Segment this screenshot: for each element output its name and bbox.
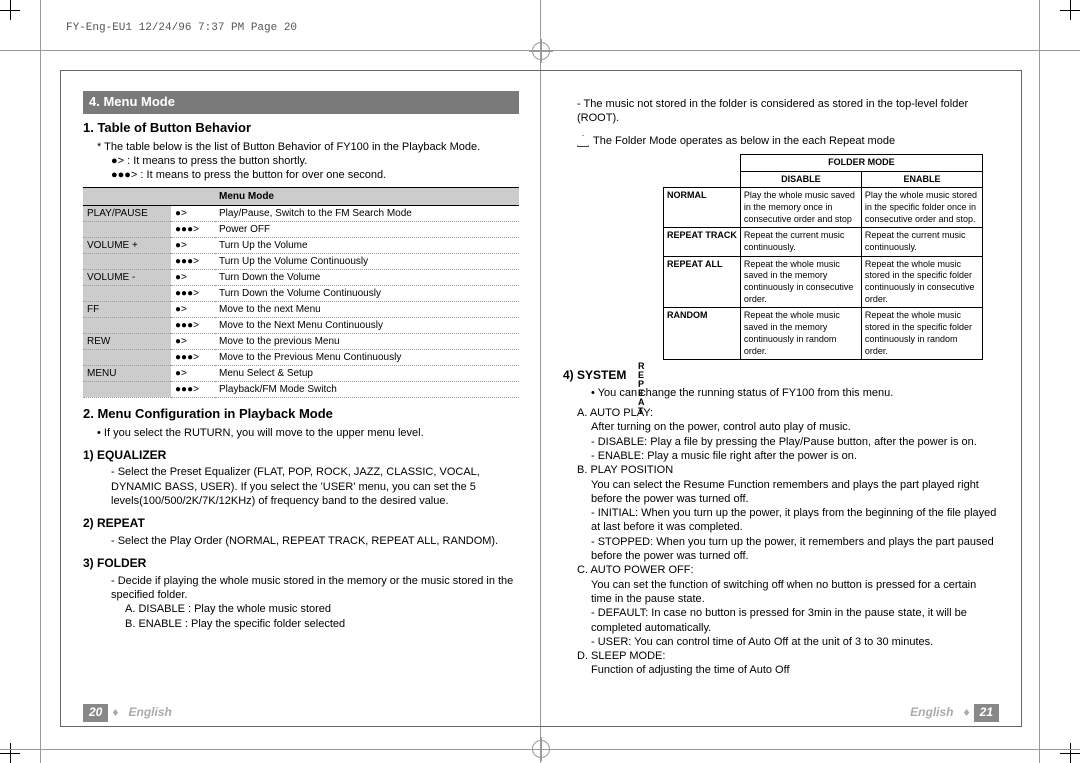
subheading-1: 1. Table of Button Behavior bbox=[83, 120, 519, 137]
row-repeat-track: REPEAT TRACK bbox=[664, 228, 741, 256]
table-row: ●●●>Move to the Previous Menu Continuous… bbox=[83, 349, 519, 365]
table-row: FF●>Move to the next Menu bbox=[83, 301, 519, 317]
playpos-stopped: - STOPPED: When you turn up the power, i… bbox=[591, 535, 999, 564]
note: * The table below is the list of Button … bbox=[97, 140, 519, 154]
autooff-default: - DEFAULT: In case no button is pressed … bbox=[591, 606, 999, 635]
system-heading: 4) SYSTEM bbox=[563, 368, 999, 384]
autoplay-t: After turning on the power, control auto… bbox=[591, 420, 999, 434]
folder-disable: A. DISABLE : Play the whole music stored bbox=[125, 602, 519, 616]
legend-long: ●●●> : It means to press the button for … bbox=[111, 168, 519, 182]
page-left: 4. Menu Mode 1. Table of Button Behavior… bbox=[61, 71, 541, 726]
note: • If you select the RUTURN, you will mov… bbox=[97, 426, 519, 440]
col-enable: ENABLE bbox=[861, 171, 982, 188]
button-behavior-table: Menu Mode PLAY/PAUSE●>Play/Pause, Switch… bbox=[83, 187, 519, 398]
page-spread: 4. Menu Mode 1. Table of Button Behavior… bbox=[60, 70, 1022, 727]
equalizer-text: - Select the Preset Equalizer (FLAT, POP… bbox=[111, 465, 519, 508]
crop-line bbox=[1039, 0, 1040, 763]
playpos-t: You can select the Resume Function remem… bbox=[591, 478, 999, 507]
print-stamp: FY-Eng-EU1 12/24/96 7:37 PM Page 20 bbox=[66, 22, 297, 34]
language-label: English bbox=[122, 705, 177, 721]
repeat-side-label: REPEAT bbox=[638, 362, 646, 416]
table-row: ●●●>Turn Down the Volume Continuously bbox=[83, 285, 519, 301]
repeat-heading: 2) REPEAT bbox=[83, 516, 519, 532]
playpos-initial: - INITIAL: When you turn up the power, i… bbox=[591, 506, 999, 535]
folder-mode-table: FOLDER MODE DISABLEENABLE NORMALPlay the… bbox=[663, 154, 983, 360]
row-random: RANDOM bbox=[664, 308, 741, 360]
section-heading: 4. Menu Mode bbox=[83, 91, 519, 114]
col-disable: DISABLE bbox=[740, 171, 861, 188]
folder-text: - Decide if playing the whole music stor… bbox=[111, 574, 519, 603]
table-row: VOLUME +●>Turn Up the Volume bbox=[83, 237, 519, 253]
table-row: ●●●>Power OFF bbox=[83, 221, 519, 237]
footer-right: English ♦ 21 bbox=[904, 704, 999, 722]
root-note: - The music not stored in the folder is … bbox=[577, 97, 999, 126]
legend-short: ●> : It means to press the button shortl… bbox=[111, 154, 519, 168]
table-row: ●●●>Playback/FM Mode Switch bbox=[83, 381, 519, 397]
language-label: English bbox=[904, 705, 959, 721]
sleep-t: Function of adjusting the time of Auto O… bbox=[591, 663, 999, 677]
subheading-2: 2. Menu Configuration in Playback Mode bbox=[83, 406, 519, 423]
repeat-text: - Select the Play Order (NORMAL, REPEAT … bbox=[111, 534, 519, 548]
registration-mark-icon bbox=[532, 42, 550, 60]
row-normal: NORMAL bbox=[664, 188, 741, 228]
autooff-h: C. AUTO POWER OFF: bbox=[577, 563, 999, 577]
page-right: - The music not stored in the folder is … bbox=[541, 71, 1021, 726]
table-row: REW●>Move to the previous Menu bbox=[83, 333, 519, 349]
system-text: • You can change the running status of F… bbox=[591, 386, 999, 400]
row-repeat-all: REPEAT ALL bbox=[664, 256, 741, 308]
page-number: 21 bbox=[974, 704, 999, 722]
registration-mark-icon bbox=[532, 740, 550, 758]
table-top-header: FOLDER MODE bbox=[740, 154, 982, 171]
autooff-user: - USER: You can control time of Auto Off… bbox=[591, 635, 999, 649]
warning-icon bbox=[577, 135, 589, 147]
table-row: ●●●>Move to the Next Menu Continuously bbox=[83, 317, 519, 333]
folder-heading: 3) FOLDER bbox=[83, 556, 519, 572]
table-row: MENU●>Menu Select & Setup bbox=[83, 365, 519, 381]
autooff-t: You can set the function of switching of… bbox=[591, 578, 999, 607]
page-number: 20 bbox=[83, 704, 108, 722]
table-row: VOLUME -●>Turn Down the Volume bbox=[83, 269, 519, 285]
table-row: PLAY/PAUSE●>Play/Pause, Switch to the FM… bbox=[83, 205, 519, 221]
table-header: Menu Mode bbox=[215, 187, 519, 205]
equalizer-heading: 1) EQUALIZER bbox=[83, 448, 519, 464]
crop-line bbox=[40, 0, 41, 763]
sleep-h: D. SLEEP MODE: bbox=[577, 649, 999, 663]
table-row: ●●●>Turn Up the Volume Continuously bbox=[83, 253, 519, 269]
footer-left: 20 ♦ English bbox=[83, 704, 178, 722]
autoplay-enable: - ENABLE: Play a music file right after … bbox=[591, 449, 999, 463]
folder-enable: B. ENABLE : Play the specific folder sel… bbox=[125, 617, 519, 631]
playpos-h: B. PLAY POSITION bbox=[577, 463, 999, 477]
folder-mode-note: The Folder Mode operates as below in the… bbox=[577, 134, 999, 148]
autoplay-disable: - DISABLE: Play a file by pressing the P… bbox=[591, 435, 999, 449]
